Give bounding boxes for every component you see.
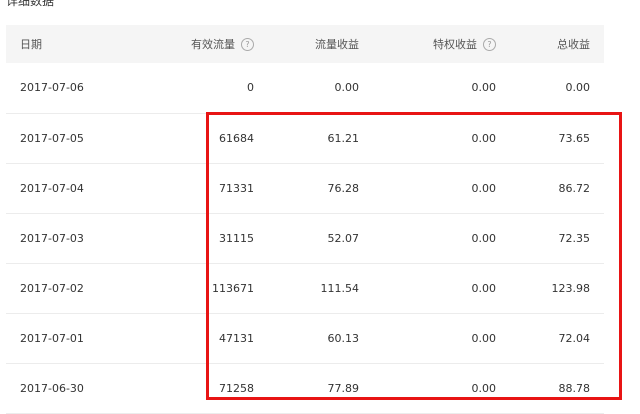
cell-privilege-revenue: 0.00 bbox=[471, 381, 497, 395]
cell-date: 2017-07-02 bbox=[20, 281, 84, 295]
cell-valid-traffic: 71331 bbox=[219, 181, 254, 195]
cell-total-revenue: 73.65 bbox=[558, 131, 591, 145]
table-row: 2017-07-02 113671 111.54 0.00 123.98 bbox=[6, 263, 604, 313]
cell-privilege-revenue: 0.00 bbox=[471, 131, 497, 145]
column-header-valid-traffic[interactable]: 有效流量? bbox=[140, 25, 268, 63]
cell-valid-traffic: 61684 bbox=[219, 131, 254, 145]
cell-date: 2017-07-05 bbox=[20, 131, 84, 145]
cell-total-revenue: 0.00 bbox=[565, 81, 591, 95]
cell-traffic-revenue: 76.28 bbox=[327, 181, 360, 195]
cell-valid-traffic: 0 bbox=[247, 81, 254, 95]
column-header-label: 总收益 bbox=[557, 38, 590, 51]
cell-valid-traffic: 31115 bbox=[219, 231, 254, 245]
column-header-traffic-revenue[interactable]: 流量收益 bbox=[268, 25, 373, 63]
table-row: 2017-07-04 71331 76.28 0.00 86.72 bbox=[6, 163, 604, 213]
cell-total-revenue: 88.78 bbox=[558, 381, 591, 395]
column-header-total-revenue[interactable]: 总收益 bbox=[510, 25, 604, 63]
cell-privilege-revenue: 0.00 bbox=[471, 331, 497, 345]
cell-privilege-revenue: 0.00 bbox=[471, 281, 497, 295]
cell-traffic-revenue: 0.00 bbox=[334, 81, 360, 95]
cell-valid-traffic: 47131 bbox=[219, 331, 254, 345]
cell-traffic-revenue: 52.07 bbox=[327, 231, 360, 245]
column-header-privilege-revenue[interactable]: 特权收益? bbox=[373, 25, 510, 63]
column-header-label: 日期 bbox=[20, 38, 42, 51]
column-header-label: 流量收益 bbox=[315, 38, 359, 51]
column-header-label: 有效流量 bbox=[191, 38, 235, 51]
cell-privilege-revenue: 0.00 bbox=[471, 181, 497, 195]
cell-privilege-revenue: 0.00 bbox=[471, 231, 497, 245]
cell-date: 2017-07-04 bbox=[20, 181, 84, 195]
cell-traffic-revenue: 77.89 bbox=[327, 381, 360, 395]
cell-privilege-revenue: 0.00 bbox=[471, 81, 497, 95]
cell-total-revenue: 72.04 bbox=[558, 331, 591, 345]
cell-traffic-revenue: 111.54 bbox=[320, 281, 360, 295]
table-row: 2017-07-05 61684 61.21 0.00 73.65 bbox=[6, 113, 604, 163]
column-header-date[interactable]: 日期 bbox=[6, 25, 140, 63]
table-row: 2017-06-30 71258 77.89 0.00 88.78 bbox=[6, 363, 604, 413]
table-header-row: 日期 有效流量? 流量收益 特权收益? 总收益 bbox=[6, 25, 604, 63]
cell-traffic-revenue: 60.13 bbox=[327, 331, 360, 345]
cell-traffic-revenue: 61.21 bbox=[327, 131, 360, 145]
section-title: 详细数据 bbox=[6, 0, 55, 8]
help-icon[interactable]: ? bbox=[483, 37, 496, 51]
cell-valid-traffic: 71258 bbox=[219, 381, 254, 395]
cell-date: 2017-07-01 bbox=[20, 331, 84, 345]
cell-date: 2017-06-30 bbox=[20, 381, 84, 395]
cell-total-revenue: 123.98 bbox=[551, 281, 591, 295]
detail-data-table: 日期 有效流量? 流量收益 特权收益? 总收益 2017-07-06 0 0.0… bbox=[6, 25, 604, 414]
table-row: 2017-07-06 0 0.00 0.00 0.00 bbox=[6, 63, 604, 113]
cell-valid-traffic: 113671 bbox=[212, 281, 254, 295]
cell-total-revenue: 86.72 bbox=[558, 181, 591, 195]
table-row: 2017-07-01 47131 60.13 0.00 72.04 bbox=[6, 313, 604, 363]
column-header-label: 特权收益 bbox=[433, 38, 477, 51]
table-row: 2017-07-03 31115 52.07 0.00 72.35 bbox=[6, 213, 604, 263]
cell-total-revenue: 72.35 bbox=[558, 231, 591, 245]
help-icon[interactable]: ? bbox=[241, 37, 254, 51]
cell-date: 2017-07-06 bbox=[20, 81, 84, 95]
cell-date: 2017-07-03 bbox=[20, 231, 84, 245]
